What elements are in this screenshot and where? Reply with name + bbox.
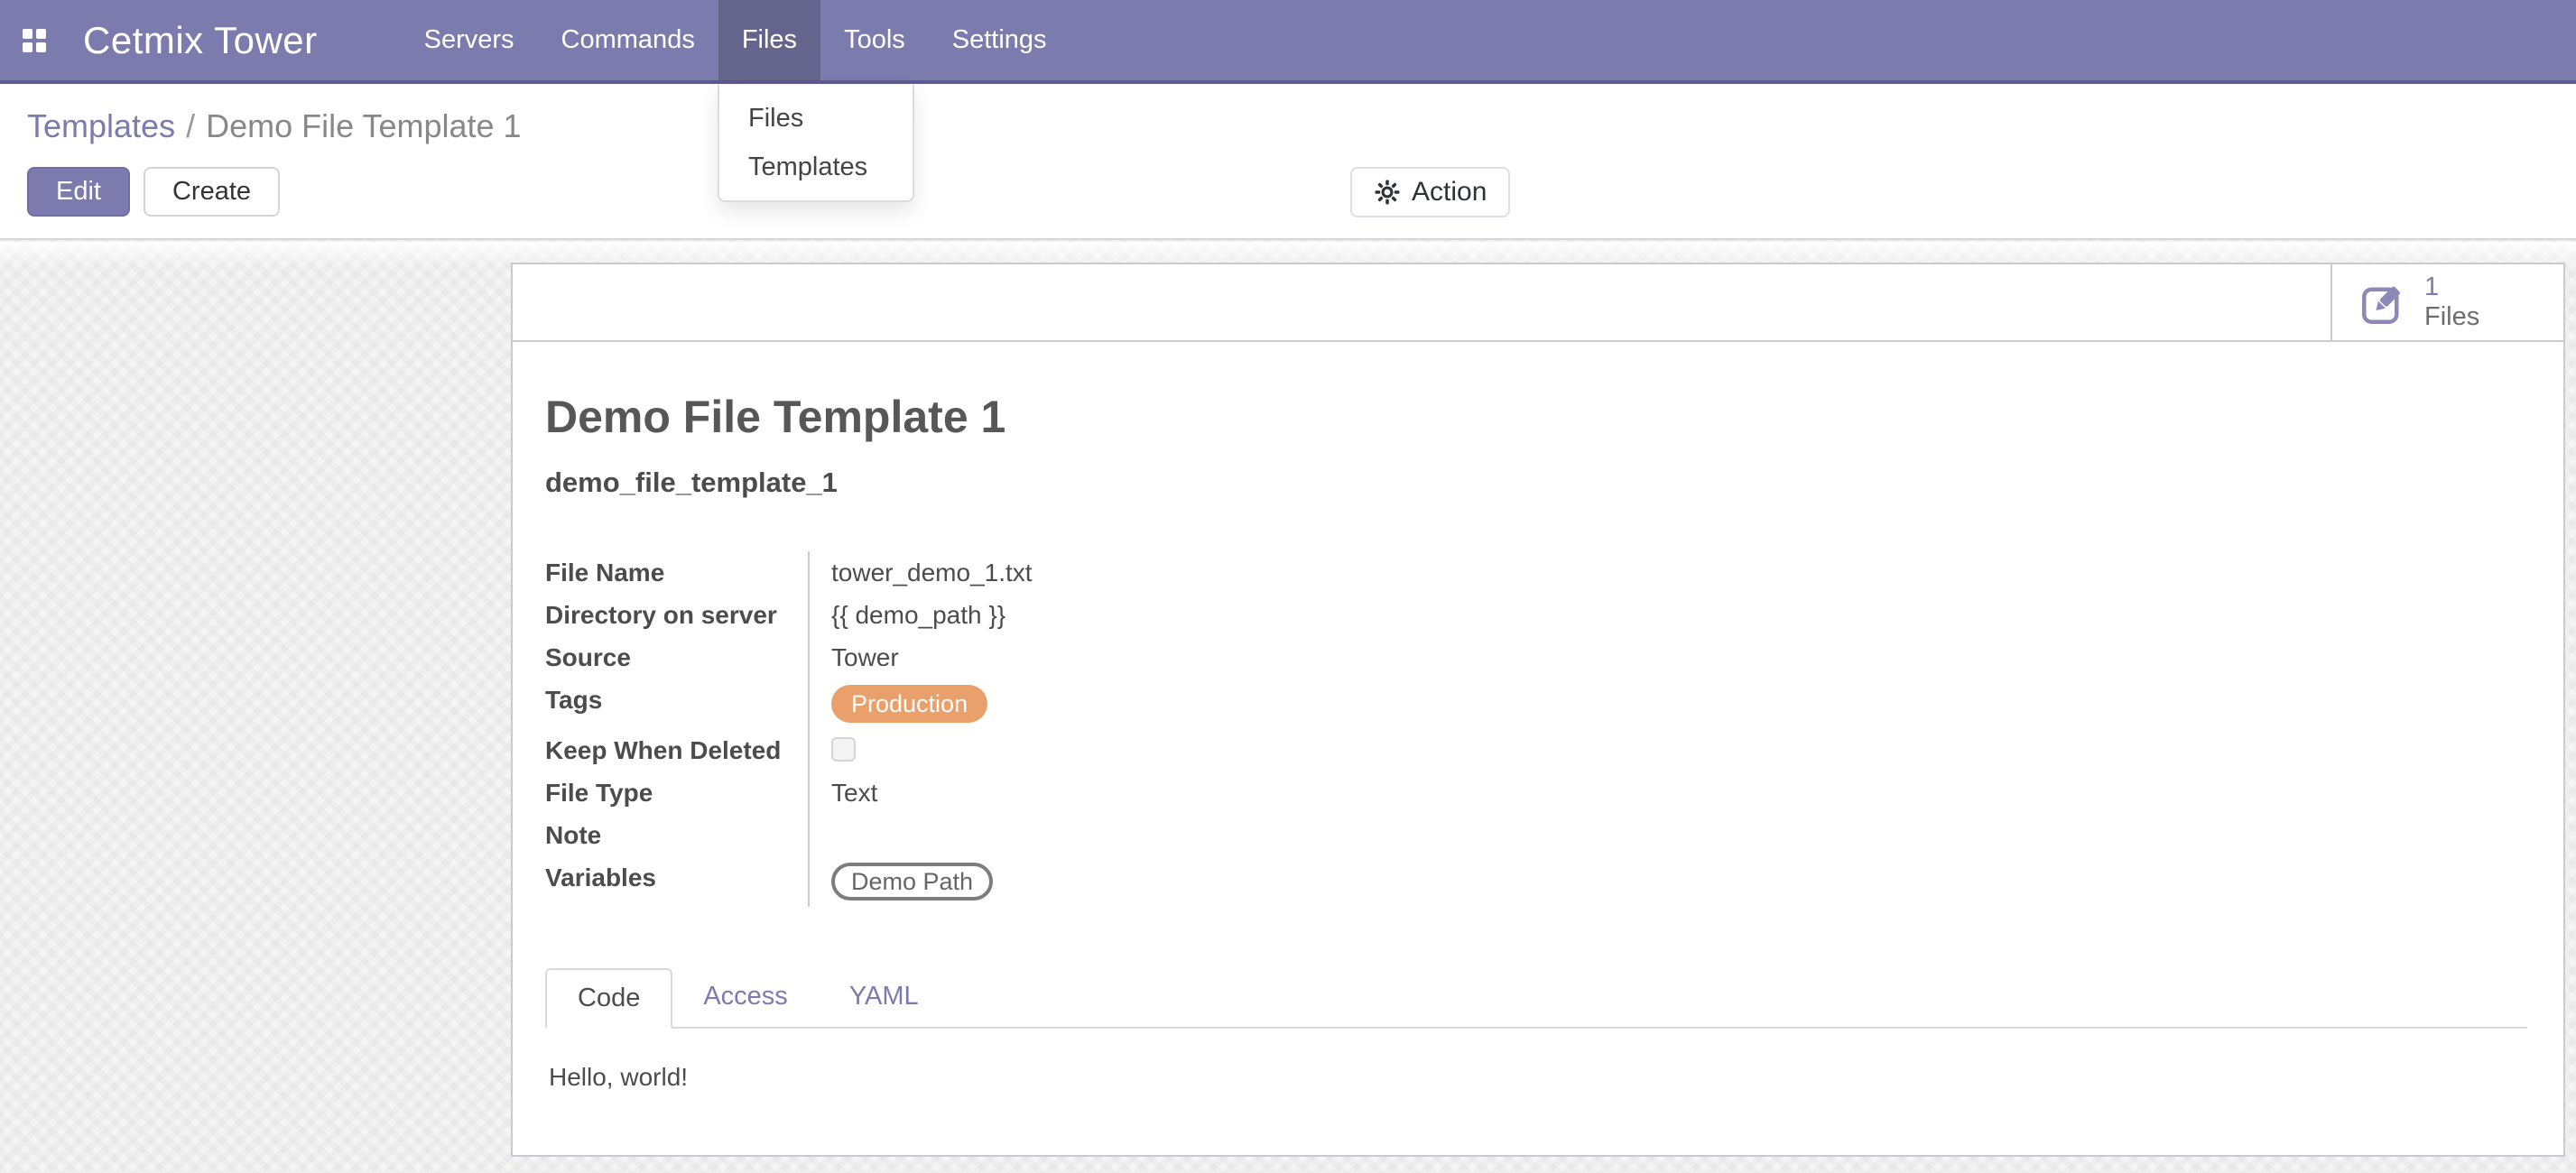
field-value: Production — [808, 679, 1628, 729]
main-menu: Servers Commands Files Tools Settings — [401, 0, 1070, 80]
action-button-label: Action — [1412, 177, 1487, 208]
edit-pencil-icon — [2359, 278, 2408, 327]
breadcrumb-parent-link[interactable]: Templates — [27, 107, 175, 144]
tab-code[interactable]: Code — [545, 968, 672, 1029]
action-button[interactable]: Action — [1350, 167, 1510, 217]
variable-pill: Demo Path — [831, 863, 993, 901]
field-row-file-type: File Type Text — [545, 771, 1628, 814]
field-value — [808, 814, 1628, 856]
dropdown-item-templates[interactable]: Templates — [719, 143, 913, 191]
record-reference: demo_file_template_1 — [545, 466, 2527, 499]
files-dropdown-menu: Files Templates — [718, 85, 914, 202]
field-row-tags: Tags Production — [545, 679, 1628, 729]
control-panel: Templates / Demo File Template 1 Edit Crea… — [0, 84, 2576, 240]
gear-icon — [1374, 179, 1401, 206]
menu-item-settings[interactable]: Settings — [929, 0, 1070, 80]
dropdown-item-files[interactable]: Files — [719, 94, 913, 143]
breadcrumb: Templates / Demo File Template 1 — [27, 107, 522, 145]
field-value: Tower — [808, 636, 1628, 679]
field-row-file-name: File Name tower_demo_1.txt — [545, 551, 1628, 594]
menu-item-files[interactable]: Files — [718, 0, 820, 80]
field-value: Demo Path — [808, 856, 1628, 907]
field-row-note: Note — [545, 814, 1628, 856]
field-value: tower_demo_1.txt — [808, 551, 1628, 594]
stat-label: Files — [2424, 302, 2479, 332]
breadcrumb-separator: / — [186, 107, 195, 144]
menu-item-tools[interactable]: Tools — [820, 0, 929, 80]
field-group: File Name tower_demo_1.txt Directory on … — [545, 551, 1628, 907]
tab-access[interactable]: Access — [672, 968, 818, 1029]
field-label: Note — [545, 814, 808, 856]
code-tab-content: Hello, world! — [545, 1029, 2527, 1126]
menu-item-commands[interactable]: Commands — [538, 0, 718, 80]
stat-button-strip: 1 Files — [513, 264, 2563, 342]
field-row-variables: Variables Demo Path — [545, 856, 1628, 907]
top-navbar: Cetmix Tower Servers Commands Files Tool… — [0, 0, 2576, 84]
field-row-keep-when-deleted: Keep When Deleted — [545, 729, 1628, 771]
field-label: File Name — [545, 551, 808, 594]
field-label: Directory on server — [545, 594, 808, 636]
field-label: Source — [545, 636, 808, 679]
app-brand[interactable]: Cetmix Tower — [83, 0, 318, 80]
create-button[interactable]: Create — [144, 167, 280, 217]
stat-count: 1 — [2424, 272, 2479, 302]
field-label: Keep When Deleted — [545, 729, 808, 771]
edit-button[interactable]: Edit — [27, 167, 130, 217]
record-title: Demo File Template 1 — [545, 391, 2527, 443]
field-row-source: Source Tower — [545, 636, 1628, 679]
field-row-directory: Directory on server {{ demo_path }} — [545, 594, 1628, 636]
field-value: Text — [808, 771, 1628, 814]
tag-badge: Production — [831, 685, 987, 723]
field-label: Variables — [545, 856, 808, 899]
keep-when-deleted-checkbox[interactable] — [831, 737, 856, 762]
notebook-tabs: Code Access YAML — [545, 968, 2527, 1029]
field-value — [808, 729, 1628, 771]
tab-yaml[interactable]: YAML — [819, 968, 950, 1029]
record-buttons: Edit Create — [27, 167, 280, 217]
field-label: Tags — [545, 679, 808, 721]
form-sheet: 1 Files Demo File Template 1 demo_file_t… — [511, 263, 2565, 1157]
field-label: File Type — [545, 771, 808, 814]
stat-text: 1 Files — [2424, 272, 2479, 333]
sheet-body: Demo File Template 1 demo_file_template_… — [513, 342, 2563, 1126]
apps-grid-icon — [23, 29, 46, 52]
apps-menu-button[interactable] — [0, 0, 69, 80]
files-stat-button[interactable]: 1 Files — [2330, 264, 2563, 340]
breadcrumb-current: Demo File Template 1 — [206, 107, 522, 144]
field-value: {{ demo_path }} — [808, 594, 1628, 636]
menu-item-servers[interactable]: Servers — [401, 0, 538, 80]
